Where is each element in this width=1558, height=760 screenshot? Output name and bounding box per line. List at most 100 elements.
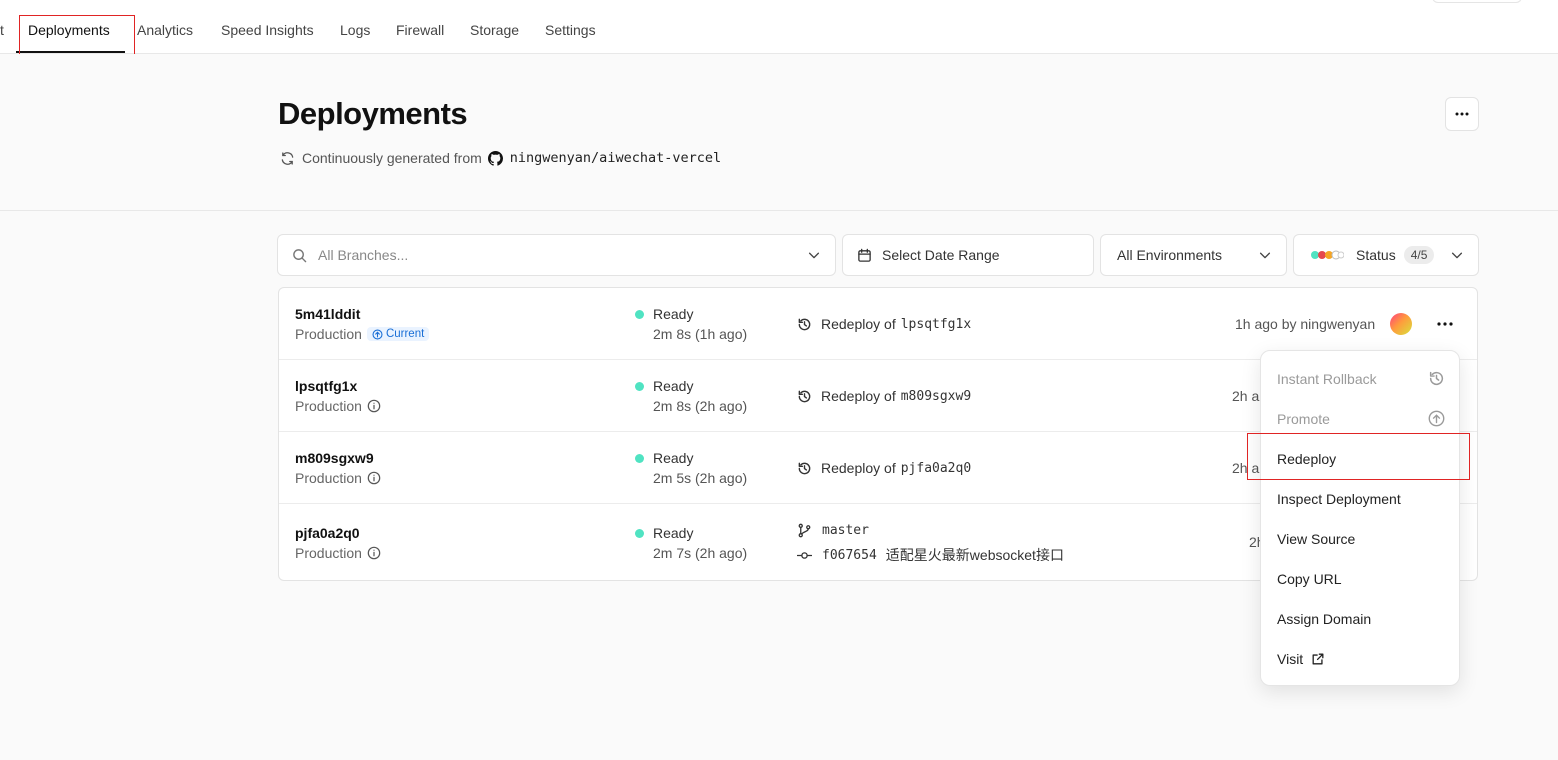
- subtitle-text: Continuously generated from: [302, 150, 482, 166]
- deployment-branch[interactable]: master: [797, 523, 869, 538]
- menu-item-label: Visit: [1277, 651, 1304, 667]
- chevron-down-icon: [1259, 252, 1271, 259]
- calendar-icon: [858, 248, 871, 262]
- status-label: Ready: [653, 525, 694, 541]
- more-horizontal-icon: [1437, 322, 1453, 326]
- environment-label: Production: [295, 470, 362, 486]
- deployment-status: Ready: [635, 306, 693, 322]
- deployment-source: Redeploy of pjfa0a2q0: [797, 460, 971, 476]
- menu-item-redeploy[interactable]: Redeploy: [1261, 439, 1459, 479]
- deployment-duration: 2m 7s (2h ago): [653, 545, 748, 561]
- chevron-down-icon: [1451, 252, 1463, 259]
- deployment-environment: Production: [295, 470, 381, 486]
- branch-filter-placeholder: All Branches...: [318, 247, 409, 263]
- deployment-id[interactable]: pjfa0a2q0: [295, 525, 360, 541]
- deployment-time-author: 1h ago by ningwenyan: [1235, 316, 1376, 332]
- menu-item-label: Assign Domain: [1277, 611, 1372, 627]
- menu-item-label: Redeploy: [1277, 451, 1337, 467]
- info-icon[interactable]: [367, 399, 381, 413]
- deployment-context-menu: Instant Rollback Promote Redeploy Inspec…: [1260, 350, 1460, 686]
- deployment-duration: 2m 8s (2h ago): [653, 398, 748, 414]
- deployment-source: Redeploy of lpsqtfg1x: [797, 316, 971, 332]
- page-header: Deployments Continuously generated from …: [0, 54, 1558, 211]
- date-range-filter[interactable]: Select Date Range: [842, 234, 1094, 276]
- chevron-down-icon: [808, 252, 820, 259]
- tab-firewall[interactable]: Firewall: [396, 22, 444, 38]
- commit-hash: f067654: [822, 547, 877, 563]
- external-link-icon: [1312, 653, 1324, 665]
- top-nav: t Deployments Analytics Speed Insights L…: [0, 0, 1558, 54]
- status-filter[interactable]: Status 4/5: [1293, 234, 1479, 276]
- commit-message: 适配星火最新websocket接口: [885, 547, 1064, 563]
- environment-filter-label: All Environments: [1117, 247, 1223, 263]
- deployment-id[interactable]: 5m41lddit: [295, 306, 360, 322]
- arrow-up-circle-icon: [372, 328, 383, 340]
- current-badge-label: Current: [385, 328, 425, 340]
- ready-status-dot: [635, 528, 644, 538]
- tab-partial[interactable]: t: [0, 22, 4, 38]
- deployment-status: Ready: [635, 525, 693, 541]
- menu-item-label: Copy URL: [1277, 571, 1342, 587]
- avatar: [1390, 313, 1412, 335]
- page-more-button[interactable]: [1445, 97, 1479, 131]
- menu-item-copy-url[interactable]: Copy URL: [1261, 559, 1459, 599]
- date-range-label: Select Date Range: [882, 247, 1000, 263]
- tab-speed-insights[interactable]: Speed Insights: [221, 22, 314, 38]
- deployment-time-author: 2h a: [1232, 460, 1260, 476]
- deployment-duration: 2m 5s (2h ago): [653, 470, 748, 486]
- status-dots-icon: [1311, 250, 1344, 260]
- search-icon: [293, 248, 307, 262]
- github-icon: [487, 150, 503, 166]
- deployment-status: Ready: [635, 450, 693, 466]
- source-ref[interactable]: m809sgxw9: [901, 389, 971, 404]
- info-icon[interactable]: [367, 471, 381, 485]
- deployment-commit[interactable]: f067654 适配星火最新websocket接口: [797, 545, 1064, 565]
- menu-item-label: Instant Rollback: [1277, 371, 1377, 387]
- ready-status-dot: [635, 453, 644, 463]
- menu-item-visit[interactable]: Visit: [1261, 639, 1459, 679]
- status-count-badge: 4/5: [1403, 246, 1435, 264]
- deployment-id[interactable]: lpsqtfg1x: [295, 378, 357, 394]
- rollback-icon: [798, 390, 811, 402]
- deployment-environment: Production: [295, 398, 381, 414]
- source-ref[interactable]: pjfa0a2q0: [901, 461, 971, 476]
- environment-filter[interactable]: All Environments: [1100, 234, 1287, 276]
- tab-deployments[interactable]: Deployments: [28, 22, 110, 38]
- branch-name: master: [822, 523, 869, 538]
- row-more-button[interactable]: [1431, 310, 1459, 338]
- deployment-duration: 2m 8s (1h ago): [653, 326, 748, 342]
- more-horizontal-icon: [1455, 112, 1469, 116]
- tab-storage[interactable]: Storage: [470, 22, 519, 38]
- status-label: Ready: [653, 306, 694, 322]
- source-prefix: Redeploy of: [821, 388, 896, 404]
- deployment-id[interactable]: m809sgxw9: [295, 450, 374, 466]
- status-label: Ready: [653, 450, 694, 466]
- deployment-environment: Production: [295, 545, 381, 561]
- ready-status-dot: [635, 381, 644, 391]
- source-ref[interactable]: lpsqtfg1x: [901, 317, 971, 332]
- menu-item-view-source[interactable]: View Source: [1261, 519, 1459, 559]
- source-prefix: Redeploy of: [821, 316, 896, 332]
- deployment-source: Redeploy of m809sgxw9: [797, 388, 971, 404]
- menu-item-assign-domain[interactable]: Assign Domain: [1261, 599, 1459, 639]
- info-icon[interactable]: [367, 546, 381, 560]
- top-right-control[interactable]: [1432, 0, 1522, 3]
- arrow-up-circle-icon: [1428, 410, 1445, 427]
- menu-item-instant-rollback[interactable]: Instant Rollback: [1261, 359, 1459, 399]
- git-branch-icon: [798, 523, 811, 538]
- tab-logs[interactable]: Logs: [340, 22, 370, 38]
- tab-analytics[interactable]: Analytics: [137, 22, 193, 38]
- menu-item-inspect-deployment[interactable]: Inspect Deployment: [1261, 479, 1459, 519]
- repo-link[interactable]: ningwenyan/aiwechat-vercel: [487, 150, 722, 166]
- rollback-icon: [798, 318, 811, 330]
- active-tab-indicator: [16, 51, 125, 53]
- deployment-status: Ready: [635, 378, 693, 394]
- deployment-environment: Production Current: [295, 326, 430, 342]
- menu-item-label: Promote: [1277, 411, 1330, 427]
- branch-filter[interactable]: All Branches...: [277, 234, 836, 276]
- status-filter-label: Status: [1356, 247, 1396, 263]
- git-commit-icon: [797, 551, 812, 559]
- menu-item-promote[interactable]: Promote: [1261, 399, 1459, 439]
- repo-name: ningwenyan/aiwechat-vercel: [509, 150, 722, 166]
- tab-settings[interactable]: Settings: [545, 22, 596, 38]
